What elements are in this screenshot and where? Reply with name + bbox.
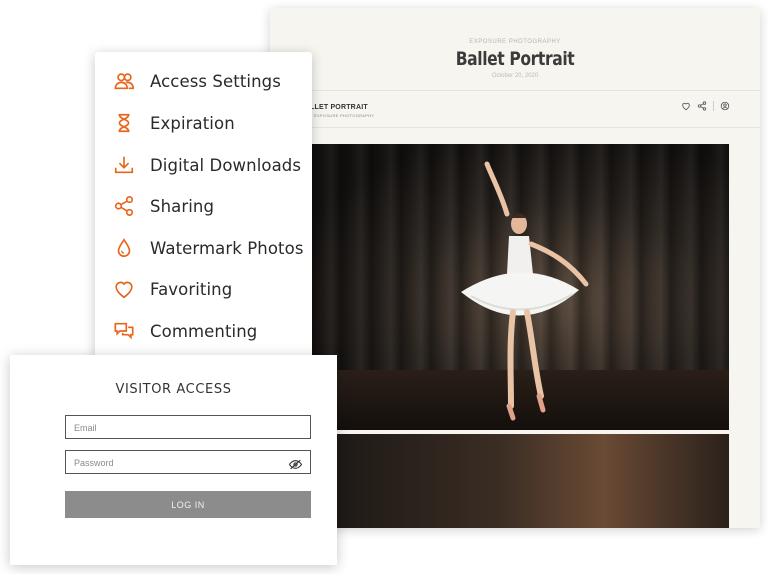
gallery-title: Ballet Portrait [455, 48, 575, 70]
menu-item-access-settings[interactable]: Access Settings [95, 66, 312, 96]
password-field[interactable]: Password [65, 450, 311, 474]
email-field[interactable]: Email [65, 415, 311, 439]
menu-item-label: Commenting [150, 321, 258, 341]
heart-icon [112, 277, 136, 301]
users-icon [112, 69, 136, 93]
share-icon[interactable] [697, 101, 707, 111]
user-icon[interactable] [720, 101, 730, 111]
menu-item-label: Expiration [150, 113, 235, 133]
menu-item-commenting[interactable]: Commenting [95, 316, 312, 346]
menu-item-digital-downloads[interactable]: Digital Downloads [95, 150, 312, 180]
menu-item-expiration[interactable]: Expiration [95, 108, 312, 138]
menu-item-label: Access Settings [150, 71, 281, 91]
visitor-access-heading: VISITOR ACCESS [115, 382, 232, 397]
menu-item-label: Digital Downloads [150, 155, 302, 175]
email-placeholder: Email [74, 423, 97, 433]
second-photo[interactable] [311, 434, 729, 528]
nav-separator [713, 101, 714, 111]
menu-item-watermark-photos[interactable]: Watermark Photos [95, 233, 312, 263]
gallery-brand-sub: EXPOSURE PHOTOGRAPHY [314, 113, 375, 118]
password-placeholder: Password [74, 458, 114, 468]
chat-bubbles-icon [112, 319, 136, 343]
gallery-preview: EXPOSURE PHOTOGRAPHY Ballet Portrait Oct… [270, 8, 760, 528]
droplet-icon [112, 236, 136, 260]
eye-slash-icon[interactable] [288, 457, 303, 470]
menu-item-label: Favoriting [150, 279, 233, 299]
hourglass-icon [112, 111, 136, 135]
gallery-nav-icons [681, 101, 730, 111]
download-icon [112, 153, 136, 177]
visitor-access-card: VISITOR ACCESS Email Password LOG IN [10, 355, 337, 565]
gallery-brand: LLET PORTRAIT [310, 104, 368, 111]
ballet-photo[interactable] [311, 144, 729, 430]
gallery-settings-menu: Access Settings Expiration Digital Downl… [95, 52, 312, 365]
gallery-kicker: EXPOSURE PHOTOGRAPHY [469, 39, 561, 45]
login-button[interactable]: LOG IN [65, 491, 311, 518]
gallery-date: October 20, 2020 [491, 73, 539, 79]
share-icon [112, 194, 136, 218]
gallery-navbar: LLET PORTRAIT EXPOSURE PHOTOGRAPHY [270, 90, 760, 128]
menu-item-label: Watermark Photos [150, 238, 304, 258]
ballerina-figure [461, 161, 589, 421]
menu-item-sharing[interactable]: Sharing [95, 191, 312, 221]
menu-item-label: Sharing [150, 196, 215, 216]
menu-item-favoriting[interactable]: Favoriting [95, 274, 312, 304]
heart-icon[interactable] [681, 101, 691, 111]
